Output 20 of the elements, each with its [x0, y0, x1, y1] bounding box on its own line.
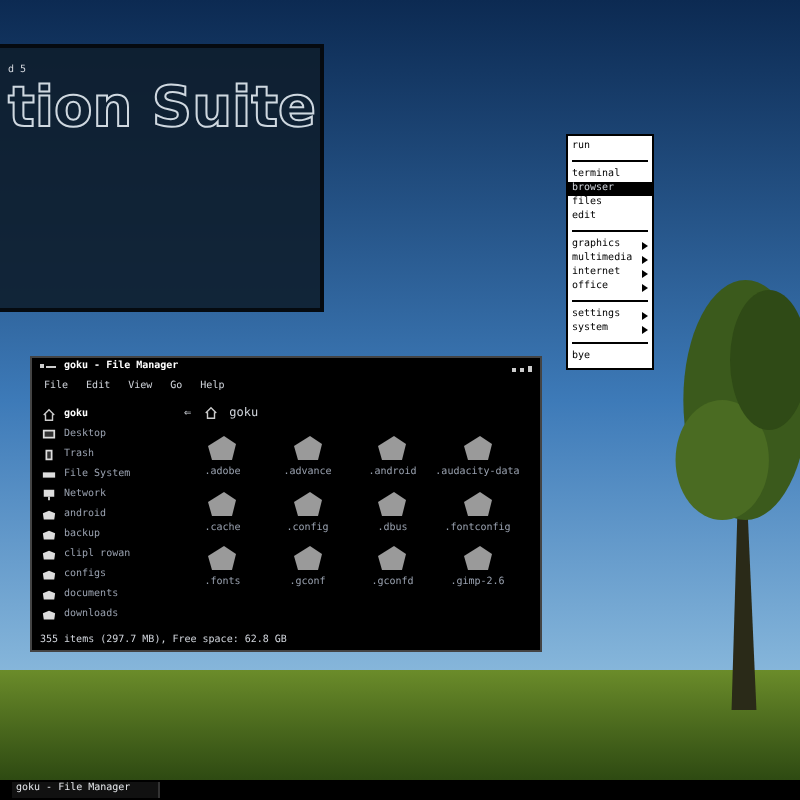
folder-icon[interactable]: [376, 489, 409, 517]
folder-icon[interactable]: [461, 434, 494, 462]
splash-title: tion Suite: [8, 79, 312, 135]
trash-icon: [42, 448, 56, 462]
monitor-icon: [42, 428, 56, 442]
folder-icon[interactable]: [461, 544, 494, 572]
home-icon: [42, 408, 56, 422]
folder-icon[interactable]: [291, 434, 324, 462]
folder-icon[interactable]: [206, 489, 239, 517]
folder-icon[interactable]: [206, 544, 239, 572]
folder-icon[interactable]: [291, 544, 324, 572]
home-icon: [203, 405, 218, 419]
window-menu-icon[interactable]: [40, 364, 56, 372]
network-icon: [42, 488, 56, 502]
folder-icon[interactable]: [291, 489, 324, 517]
window-controls-icon[interactable]: [512, 365, 532, 371]
folder-icon[interactable]: [206, 434, 239, 462]
folder-icon[interactable]: [461, 489, 494, 517]
folder-icon[interactable]: [376, 544, 409, 572]
folder-icon[interactable]: [376, 434, 409, 462]
